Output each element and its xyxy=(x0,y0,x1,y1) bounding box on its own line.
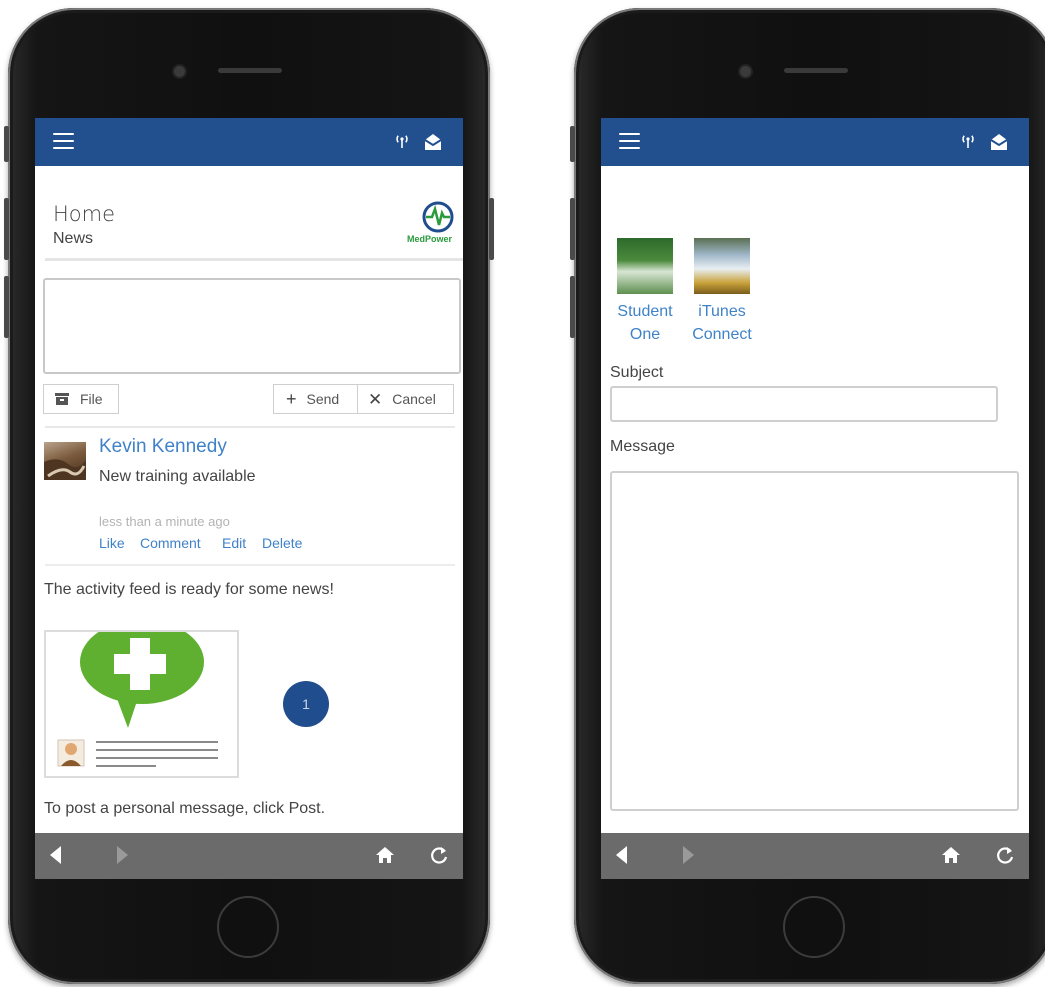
file-button[interactable]: File xyxy=(43,384,119,414)
refresh-icon[interactable] xyxy=(995,845,1015,865)
notification-badge[interactable]: 1 xyxy=(283,681,329,727)
top-app-bar xyxy=(601,118,1029,166)
post-text: New training available xyxy=(99,468,256,485)
power-button xyxy=(489,198,494,260)
signal-icon[interactable] xyxy=(959,132,977,150)
home-icon[interactable] xyxy=(375,845,395,865)
contact-name-line: Student xyxy=(617,303,673,320)
contact-name-line: iTunes xyxy=(698,303,746,320)
home-hardware-button[interactable] xyxy=(783,896,845,958)
page-title: Home xyxy=(53,202,116,226)
contact-thumbnail-itunes-connect[interactable] xyxy=(694,238,750,294)
message-field[interactable] xyxy=(610,471,1019,811)
phone-left: Home News MedPower File + Send ✕ Cancel xyxy=(4,8,494,984)
contact-student-one[interactable]: Student One xyxy=(605,300,685,346)
subject-label: Subject xyxy=(610,364,664,381)
send-button-label: Send xyxy=(306,391,340,407)
screen-news: Home News MedPower File + Send ✕ Cancel xyxy=(35,118,463,879)
volume-down-button xyxy=(4,276,9,338)
hamburger-icon[interactable] xyxy=(619,133,640,150)
mail-icon[interactable] xyxy=(989,133,1009,151)
contact-name-line: Connect xyxy=(692,326,752,343)
like-link[interactable]: Like xyxy=(99,535,125,551)
cancel-button-label: Cancel xyxy=(392,391,436,407)
back-icon[interactable] xyxy=(616,846,627,864)
earpiece-speaker xyxy=(784,68,848,73)
phone-right: Student One iTunes Connect Subject Messa… xyxy=(570,8,1045,984)
bottom-nav-bar xyxy=(35,833,463,879)
post-author-link[interactable]: Kevin Kennedy xyxy=(99,436,227,458)
close-icon: ✕ xyxy=(368,389,383,409)
forward-icon[interactable] xyxy=(117,846,128,864)
volume-down-button xyxy=(570,276,575,338)
plus-icon: + xyxy=(286,389,297,409)
delete-link[interactable]: Delete xyxy=(262,535,302,551)
earpiece-speaker xyxy=(218,68,282,73)
back-icon[interactable] xyxy=(50,846,61,864)
silent-switch xyxy=(570,126,575,162)
silent-switch xyxy=(4,126,9,162)
medpower-logo: MedPower xyxy=(407,200,463,248)
home-icon[interactable] xyxy=(941,845,961,865)
message-label: Message xyxy=(610,438,675,455)
comment-link[interactable]: Comment xyxy=(140,535,201,551)
logo-text: MedPower xyxy=(407,234,453,244)
contact-itunes-connect[interactable]: iTunes Connect xyxy=(682,300,762,346)
file-button-label: File xyxy=(80,391,103,407)
hamburger-icon[interactable] xyxy=(53,133,74,150)
front-camera xyxy=(740,66,751,77)
bottom-nav-bar xyxy=(601,833,1029,879)
screen-compose-message: Student One iTunes Connect Subject Messa… xyxy=(601,118,1029,879)
file-icon xyxy=(55,393,69,405)
contact-thumbnail-student-one[interactable] xyxy=(617,238,673,294)
edit-link[interactable]: Edit xyxy=(222,535,246,551)
send-button[interactable]: + Send xyxy=(273,384,358,414)
post-input[interactable] xyxy=(43,278,461,374)
post-timestamp: less than a minute ago xyxy=(99,514,230,529)
forward-icon[interactable] xyxy=(683,846,694,864)
cancel-button[interactable]: ✕ Cancel xyxy=(357,384,454,414)
signal-icon[interactable] xyxy=(393,132,411,150)
divider xyxy=(45,258,463,261)
volume-up-button xyxy=(570,198,575,260)
home-hardware-button[interactable] xyxy=(217,896,279,958)
refresh-icon[interactable] xyxy=(429,845,449,865)
top-app-bar xyxy=(35,118,463,166)
avatar[interactable] xyxy=(44,442,86,480)
feed-ready-message: The activity feed is ready for some news… xyxy=(44,581,334,598)
contact-name-line: One xyxy=(629,326,661,343)
divider xyxy=(45,426,455,428)
subject-field[interactable] xyxy=(610,386,998,422)
front-camera xyxy=(174,66,185,77)
post-illustration xyxy=(44,630,239,778)
mail-icon[interactable] xyxy=(423,133,443,151)
volume-up-button xyxy=(4,198,9,260)
post-instructions: To post a personal message, click Post. xyxy=(44,800,326,817)
page-subtitle: News xyxy=(53,230,94,247)
divider xyxy=(45,564,455,566)
